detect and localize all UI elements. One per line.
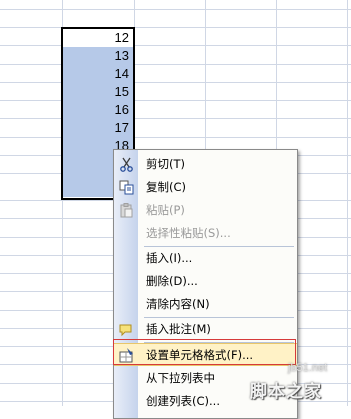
menu-item-insert[interactable]: 插入(I)... xyxy=(114,247,297,270)
watermark-logo: 脚本之家 xyxy=(250,382,322,402)
cell-active[interactable]: 12 xyxy=(63,29,133,47)
row-gridline xyxy=(0,64,351,65)
row-gridline xyxy=(0,118,351,119)
paste-icon xyxy=(118,202,135,219)
watermark-url: jb51.net xyxy=(288,362,328,374)
menu-item-paste[interactable]: 粘贴(P) xyxy=(114,199,297,222)
cell-selected[interactable]: 16 xyxy=(63,101,133,119)
row-gridline xyxy=(0,27,351,28)
menu-item-copy[interactable]: 复制(C) xyxy=(114,176,297,199)
menu-item-label: 从下拉列表中 xyxy=(146,371,215,385)
row-gridline xyxy=(0,45,351,46)
menu-item-label: 清除内容(N) xyxy=(146,297,210,311)
menu-item-paste-special[interactable]: 选择性粘贴(S)... xyxy=(114,222,297,245)
menu-item-label: 设置单元格格式(F)... xyxy=(146,348,254,362)
row-gridline xyxy=(0,100,351,101)
menu-item-label: 复制(C) xyxy=(146,180,187,194)
row-gridline xyxy=(0,137,351,138)
comment-icon xyxy=(118,321,135,338)
menu-item-delete[interactable]: 删除(D)... xyxy=(114,270,297,293)
menu-item-label: 插入批注(M) xyxy=(146,322,211,336)
cell-selected[interactable]: 17 xyxy=(63,119,133,137)
menu-item-label: 粘贴(P) xyxy=(146,203,185,217)
row-gridline xyxy=(0,82,351,83)
menu-item-label: 剪切(T) xyxy=(146,157,185,171)
menu-item-clear-contents[interactable]: 清除内容(N) xyxy=(114,293,297,316)
cell-selected[interactable]: 13 xyxy=(63,47,133,65)
row-gridline xyxy=(0,9,351,10)
menu-item-cut[interactable]: 剪切(T) xyxy=(114,153,297,176)
menu-item-label: 插入(I)... xyxy=(146,251,193,265)
copy-icon xyxy=(118,179,135,196)
cell-selected[interactable]: 15 xyxy=(63,83,133,101)
menu-item-label: 选择性粘贴(S)... xyxy=(146,226,231,240)
cell-selected[interactable]: 14 xyxy=(63,65,133,83)
format-cells-icon xyxy=(118,347,135,364)
cut-icon xyxy=(118,156,135,173)
menu-item-format-cells[interactable]: 设置单元格格式(F)... xyxy=(114,343,297,366)
menu-item-insert-comment[interactable]: 插入批注(M) xyxy=(114,318,297,341)
menu-item-label: 创建列表(C)... xyxy=(146,394,220,408)
menu-item-label: 删除(D)... xyxy=(146,274,198,288)
